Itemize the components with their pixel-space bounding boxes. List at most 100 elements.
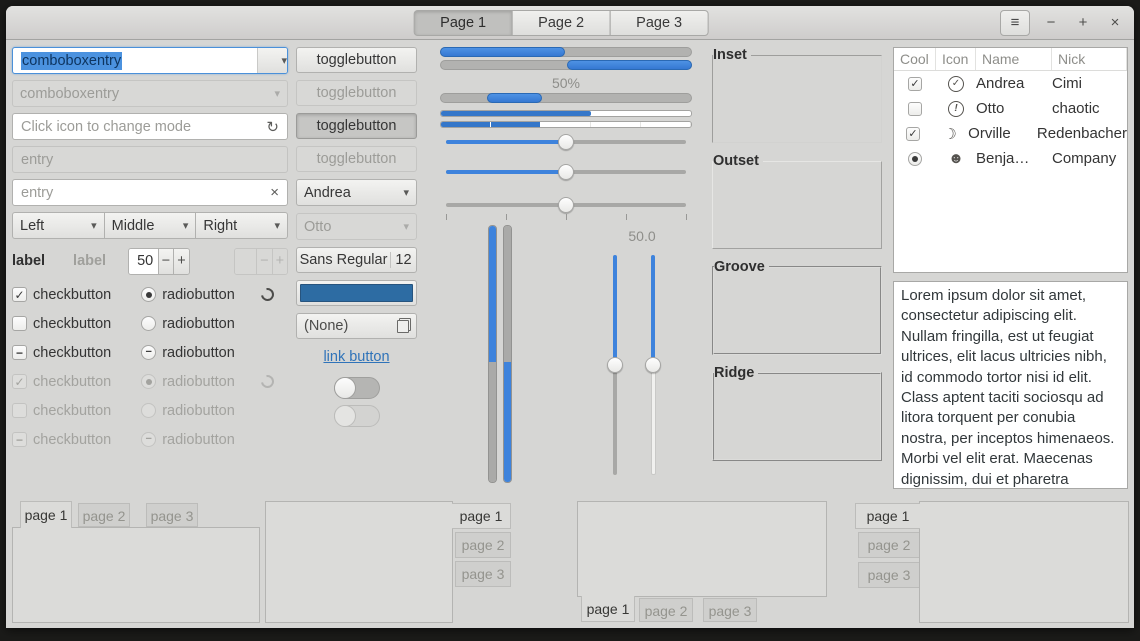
- scale-handle[interactable]: [558, 197, 574, 213]
- notebook-tab-page3[interactable]: page 3: [858, 562, 920, 588]
- notebook-tab-page1[interactable]: page 1: [581, 596, 635, 622]
- spin-plus-button[interactable]: +: [173, 249, 188, 274]
- chevron-down-icon: ▾: [183, 219, 189, 232]
- switch-off[interactable]: [334, 377, 380, 399]
- hscale[interactable]: [440, 162, 692, 182]
- notebook-tabs-right: page 1 page 2 page 3: [265, 501, 512, 623]
- notebook-tab-page3[interactable]: page 3: [455, 561, 511, 587]
- tab-page-1[interactable]: Page 1: [414, 10, 513, 36]
- progressbar-fill: [567, 60, 692, 70]
- column-header-cool[interactable]: Cool: [894, 48, 936, 70]
- vscale-trough[interactable]: [613, 365, 617, 475]
- combobox-entry-disabled-value: comboboxentry: [20, 86, 119, 102]
- notebook-tab-page1[interactable]: page 1: [452, 503, 511, 529]
- column-header-name[interactable]: Name: [976, 48, 1052, 70]
- frames-column: Inset Outset Groove Ridge: [712, 47, 882, 471]
- togglebutton-active[interactable]: togglebutton: [296, 113, 417, 139]
- clear-icon[interactable]: ×: [270, 184, 279, 201]
- checkbox-checked[interactable]: ✓: [12, 287, 27, 302]
- row-checkbox-checked[interactable]: ✓: [908, 77, 922, 91]
- switch-knob: [334, 405, 356, 427]
- color-button[interactable]: [296, 280, 417, 306]
- combobox-entry[interactable]: comboboxentry ▾: [12, 47, 288, 74]
- notebook-tab-page3[interactable]: page 3: [146, 503, 198, 527]
- notebook-tab-page2[interactable]: page 2: [78, 503, 130, 527]
- spin-minus-button[interactable]: −: [158, 249, 173, 274]
- combobox-entry-dropdown[interactable]: ▾: [257, 48, 287, 73]
- checkbutton-label: checkbutton: [33, 345, 111, 361]
- vlevel-fill: [489, 226, 496, 362]
- level-block-empty: [591, 122, 641, 127]
- spinbutton-value[interactable]: 50: [129, 249, 158, 274]
- link-button[interactable]: link button: [323, 349, 389, 365]
- vertical-scale[interactable]: [607, 255, 623, 475]
- notebook-tab-page2[interactable]: page 2: [639, 598, 693, 622]
- combobox-middle-value: Middle: [112, 218, 155, 234]
- scale-handle[interactable]: [558, 134, 574, 150]
- row-radio-checked[interactable]: [908, 152, 922, 166]
- vertical-scale[interactable]: [645, 255, 661, 475]
- notebooks-row: page 1 page 2 page 3 page 1 page 2 page …: [6, 498, 1134, 626]
- vlevel-empty: [489, 362, 496, 482]
- tab-page-3[interactable]: Page 3: [610, 10, 709, 36]
- font-button[interactable]: Sans Regular 12: [296, 247, 417, 273]
- mode-entry[interactable]: Click icon to change mode ↻: [12, 113, 288, 140]
- entry-disabled: entry: [12, 146, 288, 173]
- scale-handle[interactable]: [607, 357, 623, 373]
- levelbar-fill: [441, 111, 591, 116]
- progressbar: [440, 47, 692, 57]
- togglebutton-disabled: togglebutton: [296, 80, 417, 106]
- column-header-nick[interactable]: Nick: [1052, 48, 1127, 70]
- spinbutton-disabled: − +: [234, 248, 288, 275]
- textview[interactable]: Lorem ipsum dolor sit amet, consectetur …: [893, 281, 1128, 489]
- notebook-tab-page3[interactable]: page 3: [703, 598, 757, 622]
- minimize-button[interactable]: −: [1040, 12, 1062, 34]
- table-row[interactable]: ✓ ☽ Orville Redenbacher: [894, 121, 1127, 146]
- font-name: Sans Regular: [297, 252, 390, 268]
- entry-with-clear[interactable]: entry ×: [12, 179, 288, 206]
- togglebutton[interactable]: togglebutton: [296, 47, 417, 73]
- menu-button[interactable]: ≡: [1000, 10, 1030, 36]
- table-row[interactable]: ☻ Benja… Company: [894, 146, 1127, 171]
- frame-ridge-label: Ridge: [714, 365, 758, 381]
- chevron-down-icon: ▾: [91, 219, 97, 232]
- notebook-tab-page1[interactable]: page 1: [855, 503, 920, 529]
- checkbox-mixed[interactable]: −: [12, 345, 27, 360]
- notebook-tab-page1[interactable]: page 1: [20, 501, 72, 528]
- radio-mixed[interactable]: −: [141, 345, 156, 360]
- notebook-page: [265, 501, 453, 623]
- refresh-icon[interactable]: ↻: [266, 118, 279, 136]
- minimize-icon: −: [1047, 14, 1056, 31]
- scale-handle[interactable]: [558, 164, 574, 180]
- table-row[interactable]: ! Otto chaotic: [894, 96, 1127, 121]
- vscale-trough[interactable]: [651, 365, 656, 475]
- hscale[interactable]: [440, 132, 692, 152]
- radio-checked[interactable]: [141, 287, 156, 302]
- notebook-tab-page2[interactable]: page 2: [455, 532, 511, 558]
- dash-icon: −: [145, 347, 151, 358]
- table-row[interactable]: ✓ ✓ Andrea Cimi: [894, 71, 1127, 96]
- scale-handle[interactable]: [645, 357, 661, 373]
- table-header: Cool Icon Name Nick: [894, 48, 1127, 71]
- combobox-andrea[interactable]: Andrea ▾: [296, 179, 417, 206]
- tab-page-2[interactable]: Page 2: [512, 10, 611, 36]
- radiobutton-label: radiobutton: [162, 345, 235, 361]
- row-checkbox-unchecked[interactable]: [908, 102, 922, 116]
- notebook-tabs-top: page 1 page 2 page 3: [10, 501, 260, 623]
- column-header-icon[interactable]: Icon: [936, 48, 976, 70]
- checkbox-unchecked[interactable]: [12, 316, 27, 331]
- file-chooser-button[interactable]: (None): [296, 313, 417, 339]
- combobox-right[interactable]: Right▾: [195, 212, 288, 239]
- notebook-tab-page2[interactable]: page 2: [858, 532, 920, 558]
- notebook-page: [577, 501, 827, 597]
- radio-unchecked[interactable]: [141, 316, 156, 331]
- combobox-middle[interactable]: Middle ▾: [104, 212, 197, 239]
- combobox-left[interactable]: Left▾: [12, 212, 105, 239]
- close-button[interactable]: ×: [1104, 12, 1126, 34]
- list-text-column: Cool Icon Name Nick ✓ ✓ Andrea Cimi !: [893, 47, 1128, 489]
- maximize-button[interactable]: +: [1072, 12, 1094, 34]
- check-radio-row: ✓ checkbutton radiobutton: [12, 283, 288, 306]
- vlevel-empty: [504, 226, 511, 362]
- row-checkbox-checked[interactable]: ✓: [906, 127, 920, 141]
- hscale-with-marks[interactable]: [440, 195, 692, 215]
